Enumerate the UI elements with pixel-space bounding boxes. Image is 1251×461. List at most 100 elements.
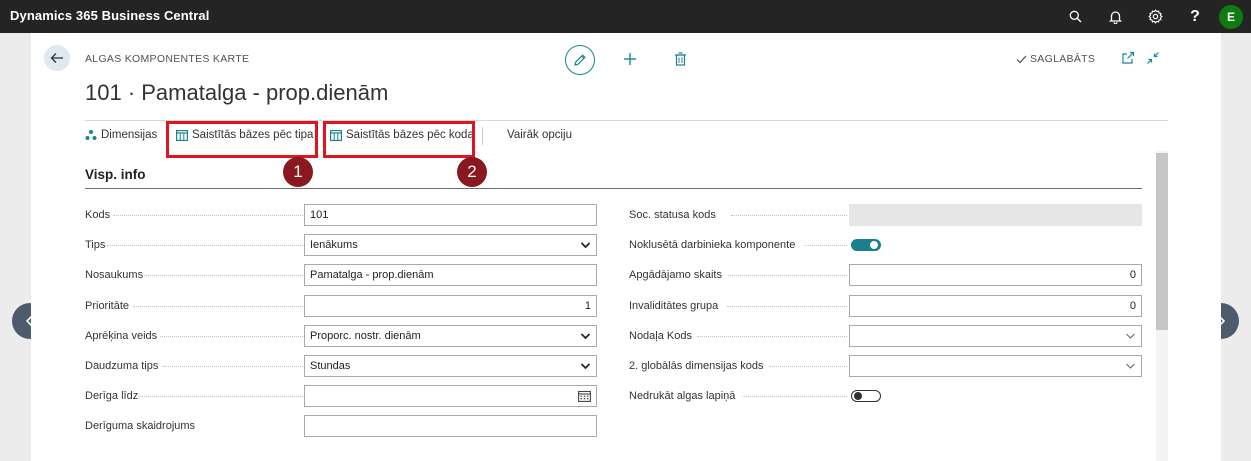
page-caption: ALGAS KOMPONENTES KARTE: [85, 53, 250, 65]
default-component-label: Noklusētā darbinieka komponente: [629, 239, 796, 251]
collapse-icon: [1147, 52, 1159, 64]
type-label: Tips: [85, 239, 106, 251]
no-print-payslip-toggle[interactable]: [851, 390, 881, 402]
new-button[interactable]: [622, 51, 638, 67]
bell-icon[interactable]: [1095, 0, 1135, 33]
plus-icon: [624, 53, 636, 65]
search-icon[interactable]: [1055, 0, 1095, 33]
name-label: Nosaukums: [85, 269, 144, 281]
scrollbar-thumb[interactable]: [1156, 153, 1168, 330]
chevron-down-icon: [580, 333, 591, 340]
trash-icon: [674, 52, 686, 66]
calc-method-select[interactable]: Proporc. nostr. dienām: [304, 325, 597, 347]
dependents-row: Apgādājamo skaits 0: [629, 264, 1142, 286]
leader-dots: [728, 275, 847, 276]
calendar-icon[interactable]: [578, 390, 591, 402]
calc-method-value: Proporc. nostr. dienām: [310, 330, 421, 342]
validity-note-label: Derīguma skaidrojums: [85, 420, 196, 432]
step-badge-1: 1: [283, 157, 313, 187]
priority-field[interactable]: 1: [304, 295, 597, 317]
qty-type-row: Daudzuma tips Stundas: [85, 355, 597, 377]
department-code-select[interactable]: [849, 325, 1142, 347]
pencil-icon: [574, 54, 586, 66]
valid-until-field[interactable]: [304, 385, 597, 407]
disability-group-row: Invaliditātes grupa 0: [629, 295, 1142, 317]
leader-dots: [769, 366, 847, 367]
chevron-down-icon: [1126, 333, 1135, 339]
app-title[interactable]: Dynamics 365 Business Central: [10, 0, 209, 33]
leader-dots: [133, 306, 303, 307]
leader-dots: [138, 396, 303, 397]
action-separator: [482, 127, 483, 145]
highlight-box-1: [166, 121, 318, 158]
step-badge-2: 2: [457, 157, 487, 187]
page-title: 101 · Pamatalga - prop.dienām: [85, 80, 389, 105]
delete-button[interactable]: [672, 51, 688, 67]
soc-status-field[interactable]: [849, 204, 1142, 226]
leader-dots: [144, 275, 303, 276]
chevron-down-icon: [580, 242, 591, 249]
section-title[interactable]: Visp. info: [85, 167, 146, 182]
leader-dots: [160, 336, 303, 337]
soc-status-label: Soc. statusa kods: [629, 209, 716, 221]
valid-until-label: Derīga līdz: [85, 390, 139, 402]
dimensions-action[interactable]: Dimensijas: [85, 129, 157, 141]
name-field[interactable]: Pamatalga - prop.dienām: [304, 264, 597, 286]
dependents-field[interactable]: 0: [849, 264, 1142, 286]
highlight-box-2: [323, 121, 475, 158]
help-glyph: ?: [1190, 7, 1200, 25]
leader-dots: [727, 306, 847, 307]
code-field[interactable]: 101: [304, 204, 597, 226]
top-bar: Dynamics 365 Business Central ? E: [0, 0, 1251, 33]
leader-dots: [742, 396, 847, 397]
qty-type-select[interactable]: Stundas: [304, 355, 597, 377]
check-icon: [1016, 55, 1027, 63]
more-options-action[interactable]: Vairāk opciju: [507, 129, 572, 141]
department-code-label: Nodaļa Kods: [629, 330, 692, 342]
back-button[interactable]: [44, 45, 70, 71]
global-dim2-row: 2. globālās dimensijas kods: [629, 355, 1142, 377]
record-card: ALGAS KOMPONENTES KARTE 101 · Pamatalga …: [31, 33, 1221, 461]
leader-dots: [107, 245, 303, 246]
calc-method-label: Aprēķina veids: [85, 330, 158, 342]
qty-type-value: Stundas: [310, 360, 351, 372]
disability-group-field[interactable]: 0: [849, 295, 1142, 317]
department-code-row: Nodaļa Kods: [629, 325, 1142, 347]
type-row: Tips Ienākums: [85, 234, 597, 256]
leader-dots: [697, 336, 847, 337]
global-dim2-select[interactable]: [849, 355, 1142, 377]
validity-note-field[interactable]: [304, 415, 597, 437]
toggle-knob: [870, 241, 878, 249]
type-select[interactable]: Ienākums: [304, 234, 597, 256]
dimensions-icon: [85, 129, 97, 141]
dimensions-label: Dimensijas: [101, 129, 158, 141]
default-component-row: Noklusētā darbinieka komponente: [629, 234, 1142, 256]
soc-status-row: Soc. statusa kods: [629, 204, 1142, 226]
help-icon[interactable]: ?: [1175, 0, 1215, 33]
section-divider: [85, 188, 1142, 189]
valid-until-row: Derīga līdz: [85, 385, 597, 407]
more-options-label: Vairāk opciju: [507, 129, 572, 141]
saved-status: SAGLABĀTS: [1016, 53, 1095, 65]
disability-group-label: Invaliditātes grupa: [629, 300, 719, 312]
code-label: Kods: [85, 209, 111, 221]
calc-method-row: Aprēķina veids Proporc. nostr. dienām: [85, 325, 597, 347]
edit-button[interactable]: [565, 45, 595, 75]
code-row: Kods 101: [85, 204, 597, 226]
priority-label: Prioritāte: [85, 300, 130, 312]
collapse-button[interactable]: [1146, 51, 1162, 67]
dependents-label: Apgādājamo skaits: [629, 269, 722, 281]
leader-dots: [804, 245, 847, 246]
chevron-down-icon: [580, 363, 591, 370]
avatar[interactable]: E: [1219, 4, 1243, 29]
open-in-new-window-button[interactable]: [1121, 51, 1137, 67]
priority-row: Prioritāte 1: [85, 295, 597, 317]
gear-icon[interactable]: [1135, 0, 1175, 33]
leader-dots: [163, 366, 303, 367]
saved-label: SAGLABĀTS: [1030, 53, 1096, 65]
default-component-toggle[interactable]: [851, 239, 881, 251]
top-icons: ? E: [1055, 0, 1243, 33]
name-row: Nosaukums Pamatalga - prop.dienām: [85, 264, 597, 286]
global-dim2-label: 2. globālās dimensijas kods: [629, 360, 764, 372]
no-print-payslip-label: Nedrukāt algas lapiņā: [629, 390, 736, 402]
